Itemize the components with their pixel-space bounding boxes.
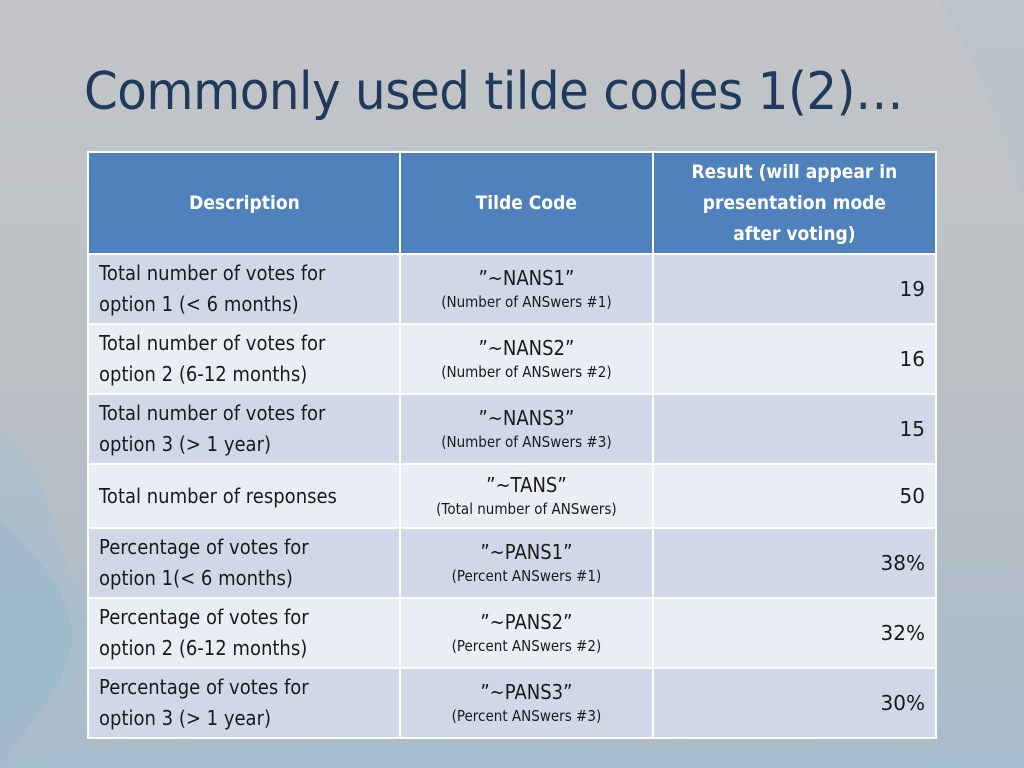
description-text: Total number of responses <box>99 483 337 508</box>
table-row: Total number of votes for option 2 (6-12… <box>86 323 937 395</box>
row-tilde-code: ”~PANS2” (Percent ANSwers #2) <box>399 597 655 669</box>
table-row: Percentage of votes for option 3 (> 1 ye… <box>86 667 937 739</box>
row-tilde-code: ”~NANS2” (Number of ANSwers #2) <box>399 323 655 395</box>
row-description: Total number of votes for option 1 (< 6 … <box>86 253 402 325</box>
header-description-label: Description <box>188 191 300 214</box>
row-description: Percentage of votes for option 2 (6-12 m… <box>86 597 402 669</box>
description-text: Percentage of votes for option 2 (6-12 m… <box>99 605 309 660</box>
slide-title: Commonly used tilde codes 1(2)… <box>84 62 903 122</box>
description-text: Percentage of votes for option 3 (> 1 ye… <box>99 675 309 730</box>
row-result: 50 <box>652 463 937 529</box>
row-result: 38% <box>652 527 937 599</box>
row-description: Total number of votes for option 3 (> 1 … <box>86 393 402 465</box>
tilde-code-text: ”~PANS1” <box>480 540 573 564</box>
tilde-code-note: (Number of ANSwers #3) <box>441 433 612 451</box>
row-tilde-code: ”~PANS3” (Percent ANSwers #3) <box>399 667 655 739</box>
row-tilde-code: ”~NANS1” (Number of ANSwers #1) <box>399 253 655 325</box>
table-row: Percentage of votes for option 2 (6-12 m… <box>86 597 937 669</box>
table-row: Percentage of votes for option 1(< 6 mon… <box>86 527 937 599</box>
table-row: Total number of votes for option 3 (> 1 … <box>86 393 937 465</box>
row-description: Total number of votes for option 2 (6-12… <box>86 323 402 395</box>
row-description: Percentage of votes for option 1(< 6 mon… <box>86 527 402 599</box>
row-tilde-code: ”~NANS3” (Number of ANSwers #3) <box>399 393 655 465</box>
tilde-code-note: (Percent ANSwers #1) <box>451 567 602 585</box>
header-tilde-code: Tilde Code <box>399 151 655 255</box>
row-result: 30% <box>652 667 937 739</box>
description-text: Total number of votes for option 2 (6-12… <box>99 331 326 386</box>
tilde-code-note: (Percent ANSwers #2) <box>451 637 602 655</box>
tilde-code-note: (Percent ANSwers #3) <box>451 707 602 725</box>
table-row: Total number of responses ”~TANS” (Total … <box>86 463 937 529</box>
description-text: Total number of votes for option 1 (< 6 … <box>99 261 326 316</box>
description-text: Total number of votes for option 3 (> 1 … <box>99 401 326 456</box>
tilde-code-note: (Number of ANSwers #1) <box>441 293 612 311</box>
row-result: 16 <box>652 323 937 395</box>
table-header-row: Description Tilde Code Result (will appe… <box>86 151 937 255</box>
tilde-code-text: ”~NANS3” <box>478 406 575 430</box>
row-description: Percentage of votes for option 3 (> 1 ye… <box>86 667 402 739</box>
description-text: Percentage of votes for option 1(< 6 mon… <box>99 535 309 590</box>
tilde-code-text: ”~NANS2” <box>478 336 575 360</box>
header-result-label: Result (will appear in presentation mode… <box>691 160 898 245</box>
tilde-code-note: (Number of ANSwers #2) <box>441 363 612 381</box>
table-row: Total number of votes for option 1 (< 6 … <box>86 253 937 325</box>
row-description: Total number of responses <box>86 463 402 529</box>
tilde-code-text: ”~NANS1” <box>478 266 575 290</box>
tilde-code-text: ”~PANS3” <box>480 680 573 704</box>
row-result: 15 <box>652 393 937 465</box>
header-tilde-code-label: Tilde Code <box>476 191 578 214</box>
row-tilde-code: ”~PANS1” (Percent ANSwers #1) <box>399 527 655 599</box>
tilde-code-text: ”~PANS2” <box>480 610 573 634</box>
tilde-codes-table: Description Tilde Code Result (will appe… <box>86 151 937 739</box>
tilde-code-text: ”~TANS” <box>486 473 568 497</box>
header-description: Description <box>86 151 402 255</box>
row-result: 19 <box>652 253 937 325</box>
row-tilde-code: ”~TANS” (Total number of ANSwers) <box>399 463 655 529</box>
row-result: 32% <box>652 597 937 669</box>
tilde-code-note: (Total number of ANSwers) <box>436 500 618 518</box>
header-result: Result (will appear in presentation mode… <box>652 151 937 255</box>
